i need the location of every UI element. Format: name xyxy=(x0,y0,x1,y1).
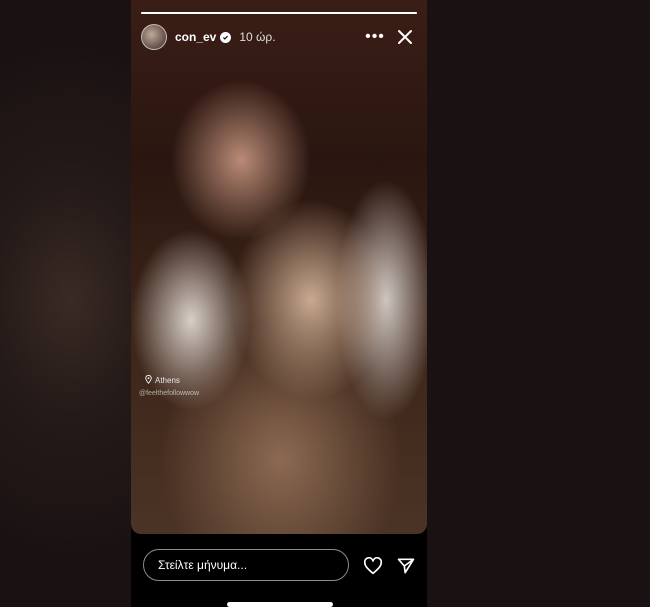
story-progress-fill xyxy=(141,12,417,14)
username[interactable]: con_ev xyxy=(175,30,216,44)
location-label: Athens xyxy=(155,376,180,385)
send-icon[interactable] xyxy=(394,554,418,578)
post-time: 10 ώρ. xyxy=(239,30,276,44)
location-pin-icon xyxy=(145,375,152,386)
close-icon[interactable] xyxy=(393,25,417,49)
avatar[interactable] xyxy=(141,24,167,50)
message-input[interactable]: Στείλτε μήνυμα... xyxy=(143,549,349,581)
story-footer: Στείλτε μήνυμα... xyxy=(131,534,427,607)
verified-badge-icon xyxy=(220,31,232,43)
story-photo[interactable] xyxy=(131,0,427,534)
mention-sticker[interactable]: @feelthefollowwow xyxy=(139,390,199,397)
more-options-icon[interactable]: ••• xyxy=(361,25,389,49)
story-header: con_ev 10 ώρ. ••• xyxy=(141,22,417,52)
heart-icon[interactable] xyxy=(361,554,385,578)
home-indicator xyxy=(227,602,333,607)
location-sticker[interactable]: Athens xyxy=(145,375,180,386)
story-viewer[interactable]: con_ev 10 ώρ. ••• Athens @feelthefolloww… xyxy=(131,0,427,607)
story-progress-bar xyxy=(141,12,417,14)
